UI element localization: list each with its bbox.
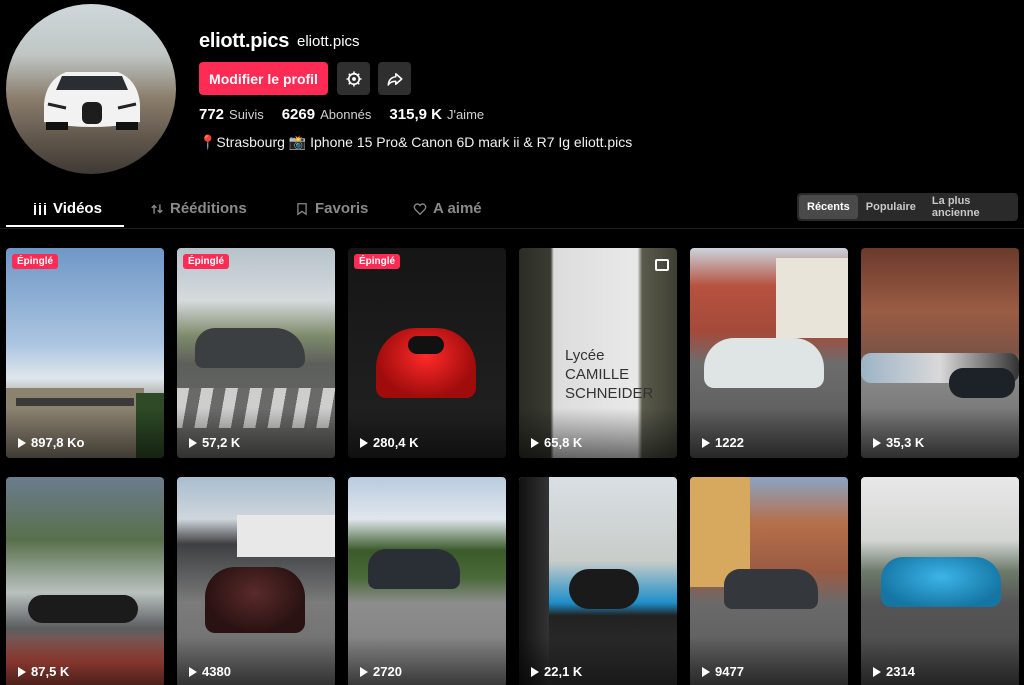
- active-tab-indicator: [6, 225, 124, 227]
- video-card[interactable]: 9477: [690, 477, 848, 685]
- car-photo: [44, 72, 140, 130]
- view-count: 2720: [360, 664, 402, 679]
- settings-button[interactable]: [337, 62, 370, 95]
- stat-following[interactable]: 772 Suivis: [199, 106, 264, 123]
- tabs-divider: [0, 228, 1024, 229]
- view-count: 4380: [189, 664, 231, 679]
- sort-recent-button[interactable]: Récents: [799, 195, 858, 219]
- stat-value: 6269: [281, 106, 316, 123]
- video-card[interactable]: 1222: [690, 248, 848, 458]
- play-icon: [702, 666, 710, 677]
- pinned-badge: Épinglé: [183, 254, 230, 269]
- photo-carousel-icon: [655, 259, 669, 271]
- view-count: 65,8 K: [531, 435, 582, 450]
- pinned-badge: Épinglé: [354, 254, 401, 269]
- video-card[interactable]: 2314: [861, 477, 1019, 685]
- stat-followers[interactable]: 6269 Abonnés: [282, 106, 372, 123]
- view-count: 1222: [702, 435, 744, 450]
- grid-bars-icon: [34, 202, 46, 215]
- play-icon: [18, 437, 26, 448]
- stat-value: 772: [199, 106, 225, 123]
- video-card[interactable]: 22,1 K: [519, 477, 677, 685]
- stat-label: Suivis: [229, 107, 264, 122]
- view-count-label: 87,5 K: [31, 664, 70, 679]
- view-count: 2314: [873, 664, 915, 679]
- profile-avatar[interactable]: [6, 4, 176, 174]
- profile-stats: 772 Suivis 6269 Abonnés 315,9 K J'aime: [199, 106, 484, 123]
- video-card[interactable]: 35,3 K: [861, 248, 1019, 458]
- gear-icon: [346, 71, 361, 86]
- play-icon: [873, 666, 881, 677]
- tab-reposts[interactable]: Rééditions: [150, 200, 247, 217]
- view-count-label: 4380: [202, 664, 231, 679]
- username: eliott.pics: [199, 30, 290, 52]
- view-count-label: 22,1 K: [544, 664, 583, 679]
- view-count-label: 9477: [715, 664, 744, 679]
- play-icon: [531, 666, 539, 677]
- video-card[interactable]: Épinglé 280,4 K: [348, 248, 506, 458]
- heart-outline-icon: [413, 202, 427, 215]
- stat-label: J'aime: [446, 107, 485, 122]
- view-count: 897,8 Ko: [18, 435, 84, 450]
- view-count: 9477: [702, 664, 744, 679]
- play-icon: [189, 666, 197, 677]
- play-icon: [531, 437, 539, 448]
- stat-value: 315,9 K: [389, 106, 442, 123]
- view-count: 57,2 K: [189, 435, 240, 450]
- sort-popular-button[interactable]: Populaire: [858, 195, 924, 219]
- profile-bio: 📍Strasbourg 📸 Iphone 15 Pro& Canon 6D ma…: [199, 134, 633, 150]
- view-count-label: 280,4 K: [373, 435, 419, 450]
- tab-label: Rééditions: [170, 200, 247, 217]
- repost-icon: [151, 203, 163, 214]
- view-count: 280,4 K: [360, 435, 419, 450]
- tab-label: A aimé: [433, 200, 482, 217]
- view-count: 87,5 K: [18, 664, 69, 679]
- sign-text: Lycée CAMILLE SCHNEIDER: [565, 347, 654, 402]
- view-count: 35,3 K: [873, 435, 924, 450]
- view-count-label: 2720: [373, 664, 402, 679]
- video-card[interactable]: Épinglé 57,2 K: [177, 248, 335, 458]
- share-button[interactable]: [378, 62, 411, 95]
- play-icon: [360, 437, 368, 448]
- tab-liked[interactable]: A aimé: [413, 200, 482, 217]
- play-icon: [18, 666, 26, 677]
- stat-likes: 315,9 K J'aime: [389, 106, 484, 123]
- video-card[interactable]: 87,5 K: [6, 477, 164, 685]
- video-card[interactable]: 2720: [348, 477, 506, 685]
- view-count-label: 897,8 Ko: [31, 435, 85, 450]
- stat-label: Abonnés: [320, 107, 372, 122]
- video-card[interactable]: 4380: [177, 477, 335, 685]
- view-count-label: 1222: [715, 435, 744, 450]
- video-card[interactable]: Épinglé 897,8 Ko: [6, 248, 164, 458]
- view-count-label: 65,8 K: [544, 435, 583, 450]
- tab-favorites[interactable]: Favoris: [295, 200, 368, 217]
- pinned-badge: Épinglé: [12, 254, 59, 269]
- tab-videos[interactable]: Vidéos: [34, 200, 102, 217]
- play-icon: [360, 666, 368, 677]
- sort-toggle: Récents Populaire La plus ancienne: [797, 193, 1018, 221]
- share-arrow-icon: [387, 72, 402, 86]
- nickname: eliott.pics: [297, 33, 360, 50]
- view-count-label: 57,2 K: [202, 435, 241, 450]
- view-count-label: 2314: [886, 664, 915, 679]
- view-count-label: 35,3 K: [886, 435, 925, 450]
- tab-label: Favoris: [315, 200, 369, 217]
- bookmark-icon: [297, 202, 307, 215]
- edit-profile-button[interactable]: Modifier le profil: [199, 62, 328, 95]
- play-icon: [702, 437, 710, 448]
- sort-oldest-button[interactable]: La plus ancienne: [924, 195, 1016, 219]
- video-card[interactable]: Lycée CAMILLE SCHNEIDER 65,8 K: [519, 248, 677, 458]
- view-count: 22,1 K: [531, 664, 582, 679]
- play-icon: [873, 437, 881, 448]
- play-icon: [189, 437, 197, 448]
- tab-label: Vidéos: [53, 200, 102, 217]
